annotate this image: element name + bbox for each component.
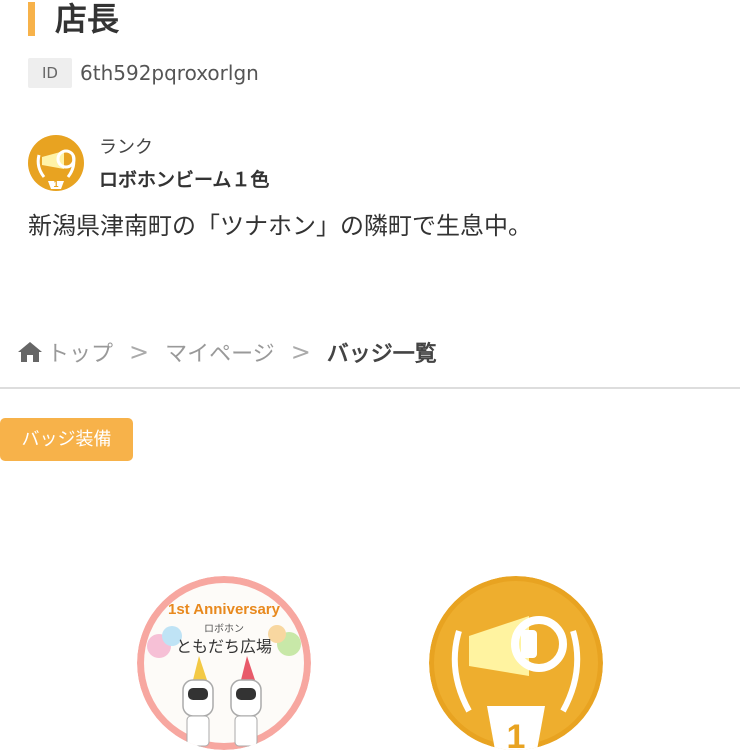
title-accent-bar [28,2,35,36]
home-icon[interactable] [17,340,43,364]
divider [0,387,740,389]
rank-medal-icon: 1 [28,135,84,191]
rank-label: ランク [99,137,153,158]
rank-badge[interactable]: 1 [429,576,603,750]
profile-bio: 新潟県津南町の「ツナホン」の隣町で生息中。 [28,212,532,240]
rank-name: ロボホンビーム１色 [99,169,270,191]
badge-text-robohon: ロボホン [204,623,244,635]
breadcrumb-separator: > [129,338,150,366]
page-title: 店長 [55,0,120,38]
svg-text:1: 1 [53,179,58,189]
breadcrumb-mypage[interactable]: マイページ [165,336,275,368]
rank-badge-number: 1 [507,718,526,750]
id-label: ID [28,58,72,88]
badge-text-plaza: ともだち広場 [176,637,272,656]
breadcrumb-separator: > [290,338,311,366]
equip-badge-button[interactable]: バッジ装備 [0,418,133,461]
badge-text-anniversary: 1st Anniversary [168,601,281,618]
anniversary-badge[interactable]: 1st Anniversary ロボホン ともだち広場 [137,576,311,750]
breadcrumb-top[interactable]: トップ [47,336,113,368]
breadcrumb: トップ > マイページ > バッジ一覧 [17,335,437,369]
id-value: 6th592pqroxorlgn [80,61,259,85]
breadcrumb-current: バッジ一覧 [326,342,437,367]
